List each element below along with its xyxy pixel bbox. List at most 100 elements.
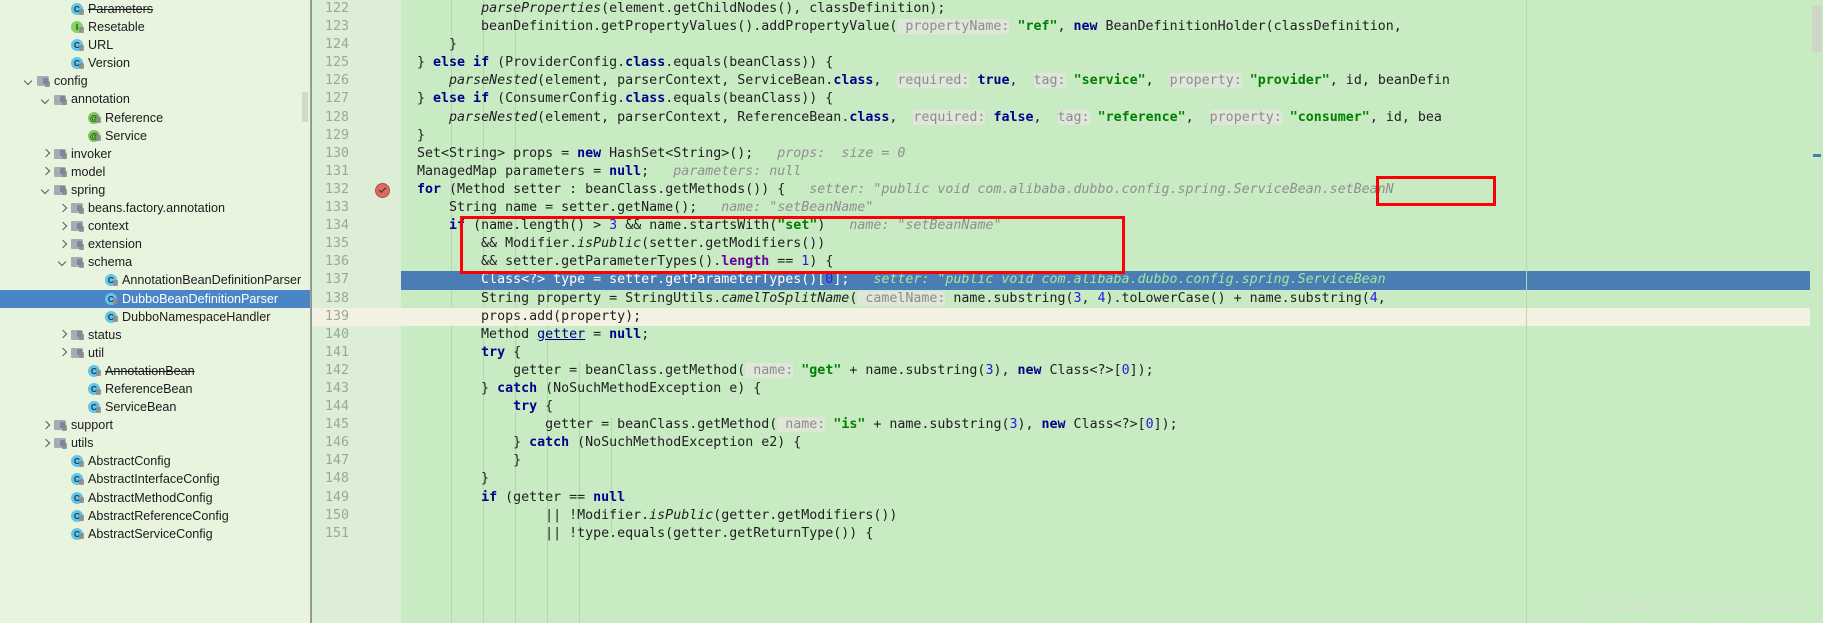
code-editor-area[interactable]: parseProperties(element.getChildNodes(),… [311,0,1823,623]
project-tree-panel[interactable]: Parameters Resetable URL Versionconfig annot… [0,0,311,623]
code-line-130[interactable]: Set<String> props = new HashSet<String>(… [401,145,1823,163]
code-token-num: 3 [1073,290,1082,306]
tree-item-abstractreferenceconfig[interactable]: AbstractReferenceConfig [0,507,311,525]
error-stripe-mark[interactable] [1813,154,1821,157]
tree-item-status[interactable]: status [0,326,311,344]
tree-item-annotationbean[interactable]: AnnotationBean [0,362,311,380]
icon-badge [61,171,67,178]
tree-item-beans-factory-annotation[interactable]: beans.factory.annotation [0,199,311,217]
code-line-132[interactable]: for (Method setter : beanClass.getMethod… [401,181,1823,199]
tree-item-abstractconfig[interactable]: AbstractConfig [0,452,311,470]
tree-item-annotationbeandefinitionparser[interactable]: AnnotationBeanDefinitionParser [0,271,311,289]
code-line-122[interactable]: parseProperties(element.getChildNodes(),… [401,0,1823,18]
code-line-135[interactable]: && Modifier.isPublic(setter.getModifiers… [401,235,1823,253]
tree-item-url[interactable]: URL [0,36,311,54]
code-token-plain: { [505,344,522,360]
tree-item-schema[interactable]: schema [0,253,311,271]
project-tree-list[interactable]: Parameters Resetable URL Versionconfig annot… [0,0,311,543]
tree-item-spring[interactable]: spring [0,181,311,199]
code-line-136[interactable]: && setter.getParameterTypes().length == … [401,253,1823,271]
code-line-125[interactable]: } else if (ProviderConfig.class.equals(b… [401,54,1823,72]
code-line-148[interactable]: } [401,470,1823,488]
tree-item-reference[interactable]: Reference [0,109,311,127]
tree-item-resetable[interactable]: Resetable [0,18,311,36]
tree-scrollbar-thumb[interactable] [302,92,308,122]
chevron-right-icon[interactable] [40,166,51,177]
code-line-145[interactable]: getter = beanClass.getMethod( name: "is"… [401,416,1823,434]
code-line-149[interactable]: if (getter == null [401,489,1823,507]
tree-item-extension[interactable]: extension [0,235,311,253]
tree-item-service[interactable]: Service [0,127,311,145]
package-icon [70,255,85,269]
code-line-151[interactable]: || !type.equals(getter.getReturnType()) … [401,525,1823,543]
chevron-right-icon[interactable] [57,221,68,232]
tree-item-utils[interactable]: utils [0,434,311,452]
code-line-150[interactable]: || !Modifier.isPublic(getter.getModifier… [401,507,1823,525]
code-line-141[interactable]: try { [401,344,1823,362]
code-line-146[interactable]: } catch (NoSuchMethodException e2) { [401,434,1823,452]
tree-item-version[interactable]: Version [0,54,311,72]
tree-item-context[interactable]: context [0,217,311,235]
code-line-133[interactable]: String name = setter.getName(); name: "s… [401,199,1823,217]
code-lines[interactable]: parseProperties(element.getChildNodes(),… [401,0,1823,623]
chevron-right-icon[interactable] [57,347,68,358]
code-line-142[interactable]: getter = beanClass.getMethod( name: "get… [401,362,1823,380]
tree-item-abstractserviceconfig[interactable]: AbstractServiceConfig [0,525,311,543]
code-token-plain: , [889,109,914,125]
chevron-right-icon[interactable] [40,438,51,449]
code-line-144[interactable]: try { [401,398,1823,416]
tree-item-support[interactable]: support [0,416,311,434]
editor-scrollbar-thumb[interactable] [1812,6,1822,52]
line-number: 150 [324,507,349,523]
code-line-140[interactable]: Method getter = null; [401,326,1823,344]
tree-item-parameters[interactable]: Parameters [0,0,311,18]
chevron-down-icon[interactable] [40,94,51,105]
code-line-137[interactable]: Class<?> type = setter.getParameterTypes… [401,271,1823,290]
chevron-down-icon[interactable] [40,184,51,195]
tree-item-abstractinterfaceconfig[interactable]: AbstractInterfaceConfig [0,470,311,488]
verified-breakpoint-icon[interactable] [375,183,390,198]
code-line-139[interactable]: props.add(property); [401,307,1823,326]
chevron-right-icon[interactable] [57,329,68,340]
chevron-down-icon[interactable] [23,76,34,87]
tree-item-dubbonamespacehandler[interactable]: DubboNamespaceHandler [0,308,311,326]
tree-item-invoker[interactable]: invoker [0,145,311,163]
code-token-mth: parseNested [449,109,538,125]
code-line-123[interactable]: beanDefinition.getPropertyValues().addPr… [401,18,1823,36]
class-icon [70,2,85,16]
tree-item-servicebean[interactable]: ServiceBean [0,398,311,416]
code-line-143[interactable]: } catch (NoSuchMethodException e) { [401,380,1823,398]
code-line-124[interactable]: } [401,36,1823,54]
editor-scrollbar[interactable] [1810,0,1823,623]
package-icon [53,165,68,179]
chevron-down-icon[interactable] [57,257,68,268]
code-line-128[interactable]: parseNested(element, parserContext, Refe… [401,109,1823,127]
chevron-right-icon[interactable] [57,203,68,214]
tree-item-model[interactable]: model [0,163,311,181]
chevron-right-icon[interactable] [40,420,51,431]
code-line-127[interactable]: } else if (ConsumerConfig.class.equals(b… [401,90,1823,108]
tree-item-dubbobeandefinitionparser[interactable]: DubboBeanDefinitionParser [0,289,311,308]
editor-gutter[interactable]: 122 123 124 125 126 127 128 129 130 131 132 133 134 1… [311,0,401,623]
tree-item-util[interactable]: util [0,344,311,362]
tree-item-config[interactable]: config [0,72,311,90]
code-line-131[interactable]: ManagedMap parameters = null; parameters… [401,163,1823,181]
code-line-138[interactable]: String property = StringUtils.camelToSpl… [401,290,1823,308]
tree-item-annotation[interactable]: annotation [0,90,311,108]
tree-item-referencebean[interactable]: ReferenceBean [0,380,311,398]
line-number: 128 [324,109,349,125]
code-token-hint: name: "setBeanName" [721,200,874,216]
code-line-129[interactable]: } [401,127,1823,145]
chevron-right-icon[interactable] [57,239,68,250]
package-icon [53,147,68,161]
code-line-134[interactable]: if (name.length() > 3 && name.startsWith… [401,217,1823,235]
chevron-right-icon[interactable] [40,148,51,159]
tree-item-abstractmethodconfig[interactable]: AbstractMethodConfig [0,489,311,507]
code-line-147[interactable]: } [401,452,1823,470]
code-token-plain: ]; [833,272,874,288]
code-line-126[interactable]: parseNested(element, parserContext, Serv… [401,72,1823,90]
annotation-icon [87,129,102,143]
